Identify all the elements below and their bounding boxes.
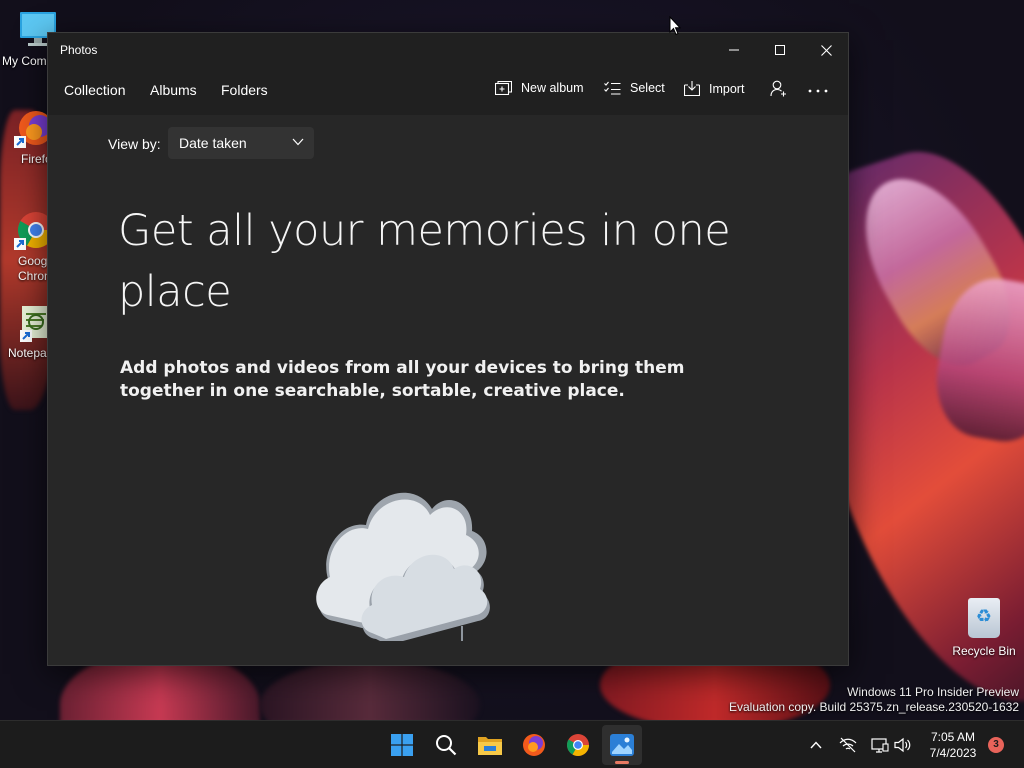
tab-collection[interactable]: Collection xyxy=(64,82,125,98)
import-icon xyxy=(684,81,700,96)
tab-folders[interactable]: Folders xyxy=(221,82,268,98)
recycle-bin-icon xyxy=(968,598,1000,638)
cloud-icon xyxy=(316,492,490,641)
taskbar-search-button[interactable] xyxy=(426,725,466,765)
windows-watermark: Windows 11 Pro Insider Preview Evaluatio… xyxy=(729,685,1019,715)
show-hidden-icons-button[interactable] xyxy=(806,735,826,755)
desktop-icon-label: Recycle Bin xyxy=(952,644,1016,658)
close-button[interactable] xyxy=(803,33,848,67)
watermark-line: Evaluation copy. Build 25375.zn_release.… xyxy=(729,700,1019,714)
view-by-dropdown[interactable]: Date taken xyxy=(168,127,314,159)
minimize-icon xyxy=(729,49,739,51)
taskbar-start-button[interactable] xyxy=(382,725,422,765)
taskbar-firefox[interactable] xyxy=(514,725,554,765)
view-by-selected: Date taken xyxy=(179,135,247,151)
search-icon xyxy=(436,735,457,756)
taskbar-clock[interactable]: 7:05 AM 7/4/2023 xyxy=(920,729,986,761)
photos-icon xyxy=(610,734,634,756)
volume-button[interactable] xyxy=(893,735,913,755)
account-button[interactable] xyxy=(770,80,787,97)
display-status-button[interactable] xyxy=(870,735,890,755)
main-content: View by: Date taken Get all your memorie… xyxy=(48,115,848,665)
taskbar-photos[interactable] xyxy=(602,725,642,765)
display-icon xyxy=(871,738,889,753)
window-title: Photos xyxy=(60,43,98,57)
chevron-down-icon xyxy=(292,138,304,146)
chevron-up-icon xyxy=(810,741,822,749)
notification-badge[interactable]: 3 xyxy=(988,737,1004,753)
network-status-button[interactable] xyxy=(838,735,858,755)
person-add-icon xyxy=(770,80,786,97)
taskbar-chrome[interactable] xyxy=(558,725,598,765)
more-options-button[interactable] xyxy=(808,89,828,93)
mouse-cursor-icon xyxy=(669,16,681,36)
active-app-indicator xyxy=(615,761,629,764)
photos-window: Photos Collection Albums Folders New alb… xyxy=(47,32,849,666)
network-off-icon xyxy=(839,737,857,753)
select-label: Select xyxy=(630,81,665,95)
chrome-icon xyxy=(567,734,589,756)
select-list-icon xyxy=(604,81,621,95)
windows-start-icon xyxy=(391,734,413,756)
new-album-button[interactable]: New album xyxy=(495,81,584,95)
taskbar: 7:05 AM 7/4/2023 3 xyxy=(0,720,1024,768)
minimize-button[interactable] xyxy=(711,33,757,67)
tab-albums[interactable]: Albums xyxy=(150,82,197,98)
new-album-icon xyxy=(495,81,512,95)
maximize-button[interactable] xyxy=(757,33,803,67)
desktop-icon-recycle-bin[interactable]: Recycle Bin xyxy=(944,598,1024,658)
watermark-line: Windows 11 Pro Insider Preview xyxy=(847,685,1019,699)
view-by-label: View by: xyxy=(108,136,161,152)
navigation-bar: Collection Albums Folders New album Sele… xyxy=(48,67,848,115)
clock-date: 7/4/2023 xyxy=(929,746,977,760)
empty-state-headline: Get all your memories in one place xyxy=(118,206,731,317)
clock-time: 7:05 AM xyxy=(930,730,976,744)
folder-icon xyxy=(478,737,502,755)
close-icon xyxy=(820,44,832,56)
import-label: Import xyxy=(709,81,745,96)
select-button[interactable]: Select xyxy=(604,81,665,95)
new-album-label: New album xyxy=(521,81,584,95)
volume-icon xyxy=(894,737,911,753)
more-icon xyxy=(808,89,828,93)
import-button[interactable]: Import xyxy=(684,81,744,96)
firefox-icon xyxy=(523,734,545,756)
taskbar-file-explorer[interactable] xyxy=(470,725,510,765)
maximize-icon xyxy=(775,45,785,55)
title-bar[interactable]: Photos xyxy=(48,33,848,67)
empty-state-description: Add photos and videos from all your devi… xyxy=(120,358,685,401)
